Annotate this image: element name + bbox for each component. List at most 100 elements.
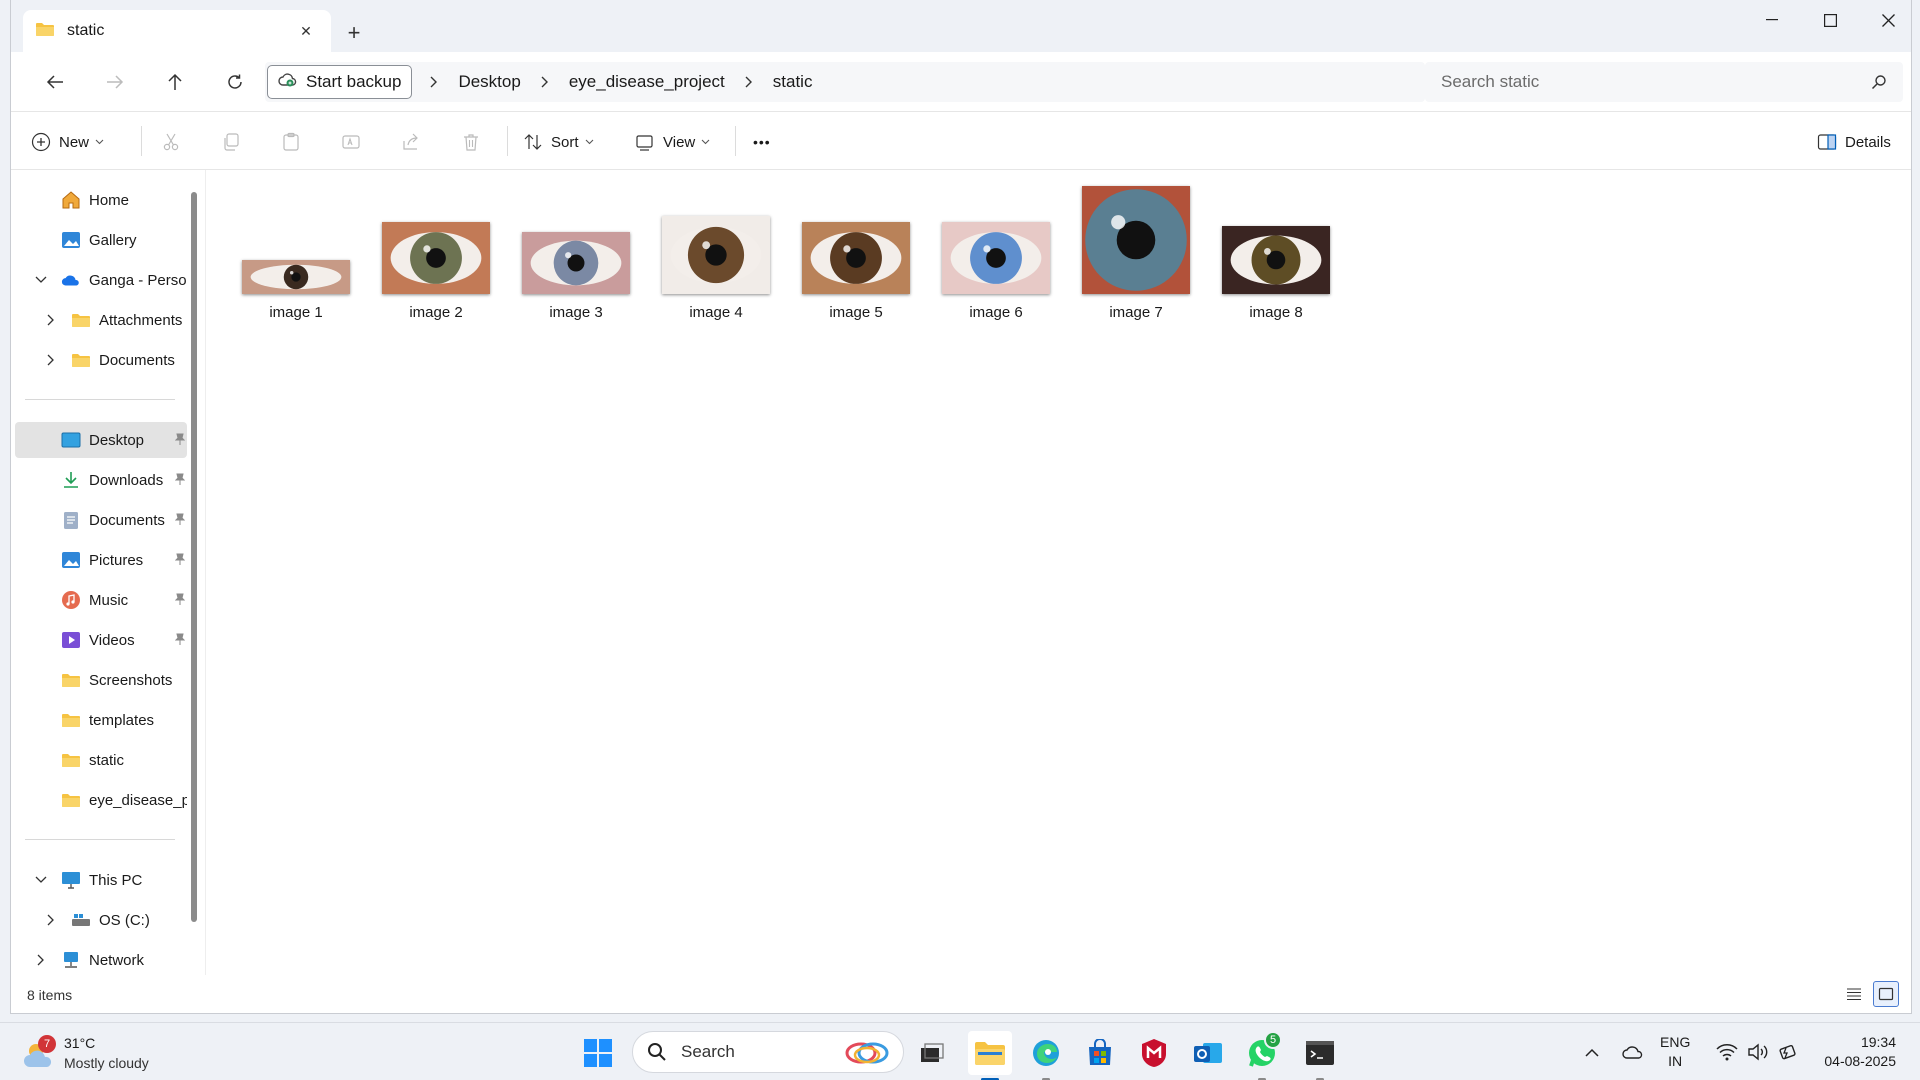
outlook-button[interactable]: [1186, 1031, 1230, 1075]
edge-browser-button[interactable]: [1024, 1031, 1068, 1080]
terminal-button[interactable]: [1298, 1031, 1342, 1080]
image-thumbnail: [1222, 226, 1330, 294]
sidebar-item-network[interactable]: Network: [15, 942, 187, 978]
mcafee-button[interactable]: [1132, 1031, 1176, 1075]
file-item[interactable]: image 5: [796, 170, 916, 330]
microsoft-store-button[interactable]: [1078, 1031, 1122, 1075]
file-item[interactable]: image 7: [1076, 170, 1196, 330]
desktop-icon: [61, 430, 81, 450]
start-button[interactable]: [576, 1031, 620, 1075]
search-input[interactable]: Search static: [1425, 62, 1903, 102]
refresh-button[interactable]: [215, 62, 255, 102]
chevron-right-icon[interactable]: [43, 352, 59, 368]
chevron-down-icon[interactable]: [33, 872, 49, 888]
whatsapp-button[interactable]: 5: [1240, 1031, 1284, 1080]
breadcrumb-static[interactable]: static: [771, 72, 815, 92]
onedrive-tray-icon[interactable]: [1618, 1031, 1648, 1073]
image-thumbnail: [1082, 186, 1190, 294]
sidebar-item-attachments[interactable]: Attachments: [15, 302, 187, 338]
address-bar[interactable]: Start backup Desktop eye_disease_project…: [265, 62, 1425, 102]
file-item[interactable]: image 1: [236, 170, 356, 330]
sidebar-item-documents[interactable]: Documents: [15, 502, 187, 538]
share-button[interactable]: [401, 124, 421, 160]
pin-icon[interactable]: [174, 592, 186, 609]
weather-badge: 7: [38, 1035, 56, 1053]
sidebar-item-home[interactable]: Home: [15, 182, 187, 218]
view-button[interactable]: View: [635, 124, 710, 160]
chevron-right-icon[interactable]: [43, 912, 59, 928]
sidebar-item-os-drive[interactable]: OS (C:): [15, 902, 187, 938]
view-icon: [636, 135, 653, 151]
file-item[interactable]: image 8: [1216, 170, 1336, 330]
sort-button[interactable]: Sort: [523, 124, 594, 160]
sidebar-item-onedrive[interactable]: Ganga - Personal: [15, 262, 187, 298]
file-item[interactable]: image 6: [936, 170, 1056, 330]
forward-button[interactable]: [95, 62, 135, 102]
new-button[interactable]: New: [31, 124, 104, 160]
folder-icon: [71, 350, 91, 370]
chevron-right-icon[interactable]: [737, 76, 761, 88]
sidebar-item-desktop[interactable]: Desktop: [15, 422, 187, 458]
more-options-button[interactable]: •••: [753, 124, 771, 160]
sidebar-item-this-pc[interactable]: This PC: [15, 862, 187, 898]
pin-icon[interactable]: [174, 552, 186, 569]
pin-icon[interactable]: [174, 512, 186, 529]
copy-button[interactable]: [221, 124, 241, 160]
battery-icon[interactable]: [1774, 1031, 1802, 1073]
back-button[interactable]: [35, 62, 75, 102]
start-backup-button[interactable]: Start backup: [267, 65, 413, 99]
chevron-right-icon[interactable]: [422, 76, 446, 88]
file-item[interactable]: image 4: [656, 170, 776, 330]
tab-static[interactable]: static ✕: [23, 10, 331, 52]
details-view-button[interactable]: [1841, 981, 1867, 1007]
pin-icon[interactable]: [174, 632, 186, 649]
paste-button[interactable]: [281, 124, 301, 160]
chevron-right-icon[interactable]: [43, 312, 59, 328]
breadcrumb-desktop[interactable]: Desktop: [456, 72, 522, 92]
clock[interactable]: 19:34 04-08-2025: [1808, 1033, 1896, 1071]
weather-widget[interactable]: 7 31°C Mostly cloudy: [22, 1029, 172, 1075]
start-backup-label: Start backup: [306, 72, 402, 91]
show-hidden-icons-button[interactable]: [1580, 1031, 1604, 1073]
close-window-button[interactable]: [1859, 0, 1911, 40]
sidebar-item-documents-onedrive[interactable]: Documents: [15, 342, 187, 378]
input-language-indicator[interactable]: ENG IN: [1660, 1033, 1690, 1071]
sidebar-item-templates[interactable]: templates: [15, 702, 187, 738]
pictures-icon: [61, 550, 81, 570]
file-explorer-taskbar-button[interactable]: [968, 1031, 1012, 1080]
clock-time: 19:34: [1860, 1034, 1896, 1050]
sidebar-scrollbar[interactable]: [191, 192, 197, 922]
new-tab-button[interactable]: +: [337, 18, 371, 48]
sidebar-item-gallery[interactable]: Gallery: [15, 222, 187, 258]
sidebar-item-pictures[interactable]: Pictures: [15, 542, 187, 578]
volume-icon[interactable]: [1744, 1031, 1772, 1073]
minimize-button[interactable]: [1743, 0, 1801, 40]
sidebar-item-music[interactable]: Music: [15, 582, 187, 618]
sidebar-item-downloads[interactable]: Downloads: [15, 462, 187, 498]
sidebar-item-static[interactable]: static: [15, 742, 187, 778]
up-button[interactable]: [155, 62, 195, 102]
pin-icon[interactable]: [174, 472, 186, 489]
close-tab-icon[interactable]: ✕: [293, 18, 319, 44]
task-view-button[interactable]: [910, 1031, 954, 1075]
file-item[interactable]: image 2: [376, 170, 496, 330]
pin-icon[interactable]: [174, 432, 186, 449]
wifi-icon[interactable]: [1712, 1031, 1742, 1073]
sidebar-item-eye-disease-project[interactable]: eye_disease_project: [15, 782, 187, 818]
cloud-backup-icon: [278, 72, 298, 93]
file-item[interactable]: image 3: [516, 170, 636, 330]
breadcrumb-eye-disease-project[interactable]: eye_disease_project: [567, 72, 727, 92]
details-pane-button[interactable]: Details: [1817, 124, 1897, 160]
chevron-right-icon[interactable]: [533, 76, 557, 88]
cut-button[interactable]: [161, 124, 181, 160]
chevron-right-icon[interactable]: [33, 952, 49, 968]
taskbar-search[interactable]: Search: [632, 1031, 904, 1073]
large-icons-view-button[interactable]: [1873, 981, 1899, 1007]
maximize-button[interactable]: [1801, 0, 1859, 40]
sidebar-item-videos[interactable]: Videos: [15, 622, 187, 658]
chevron-down-icon[interactable]: [33, 272, 49, 288]
sidebar-item-screenshots[interactable]: Screenshots: [15, 662, 187, 698]
image-thumbnail: [242, 260, 350, 294]
rename-button[interactable]: [341, 124, 361, 160]
delete-button[interactable]: [461, 124, 481, 160]
